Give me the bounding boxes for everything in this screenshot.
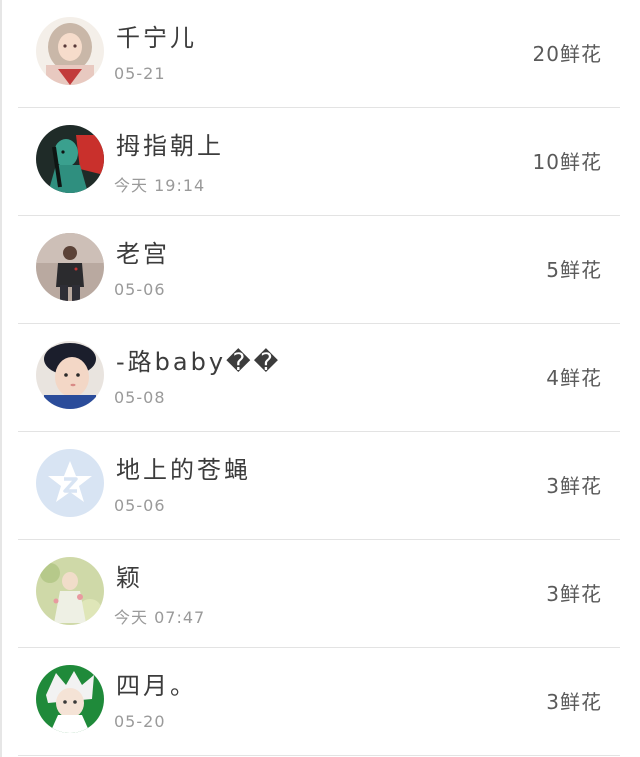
timestamp: 05-06: [114, 280, 166, 299]
list-item[interactable]: -路baby�� 05-08 4鲜花: [0, 324, 640, 432]
flower-count: 3鲜花: [546, 690, 602, 714]
flower-count: 10鲜花: [532, 150, 602, 174]
user-name: -路baby��: [116, 348, 282, 376]
flower-count: 20鲜花: [532, 42, 602, 66]
timestamp: 今天 07:47: [114, 608, 206, 627]
list-item[interactable]: 四月。 05-20 3鲜花: [0, 648, 640, 756]
user-name: 老宫: [116, 240, 170, 268]
default-star-avatar-icon[interactable]: [36, 449, 104, 517]
man-photo-avatar-icon[interactable]: [36, 233, 104, 301]
flower-count: 3鲜花: [546, 474, 602, 498]
flower-count: 3鲜花: [546, 582, 602, 606]
flower-count: 5鲜花: [546, 258, 602, 282]
list-item[interactable]: 老宫 05-06 5鲜花: [0, 216, 640, 324]
flower-count: 4鲜花: [546, 366, 602, 390]
list-item[interactable]: 千宁儿 05-21 20鲜花: [0, 0, 640, 108]
child-photo-avatar-icon[interactable]: [36, 341, 104, 409]
timestamp: 05-06: [114, 496, 166, 515]
user-name: 拇指朝上: [116, 132, 224, 160]
timestamp: 05-08: [114, 388, 166, 407]
user-name: 千宁儿: [116, 24, 197, 52]
timestamp: 今天 19:14: [114, 176, 206, 195]
timestamp: 05-20: [114, 712, 166, 731]
painting-girl-avatar-icon[interactable]: [36, 557, 104, 625]
user-name: 四月。: [116, 672, 197, 700]
dark-art-avatar-icon[interactable]: [36, 125, 104, 193]
user-name: 颖: [116, 564, 143, 592]
user-name: 地上的苍蝇: [116, 456, 251, 484]
flower-ranking-list: 千宁儿 05-21 20鲜花 拇指朝上 今天 19:14 10鲜花 老宫 05-…: [0, 0, 640, 756]
white-hair-anime-avatar-icon[interactable]: [36, 665, 104, 733]
anime-girl-avatar-icon[interactable]: [36, 17, 104, 85]
list-item[interactable]: 地上的苍蝇 05-06 3鲜花: [0, 432, 640, 540]
list-item[interactable]: 拇指朝上 今天 19:14 10鲜花: [0, 108, 640, 216]
timestamp: 05-21: [114, 64, 166, 83]
list-item[interactable]: 颖 今天 07:47 3鲜花: [0, 540, 640, 648]
